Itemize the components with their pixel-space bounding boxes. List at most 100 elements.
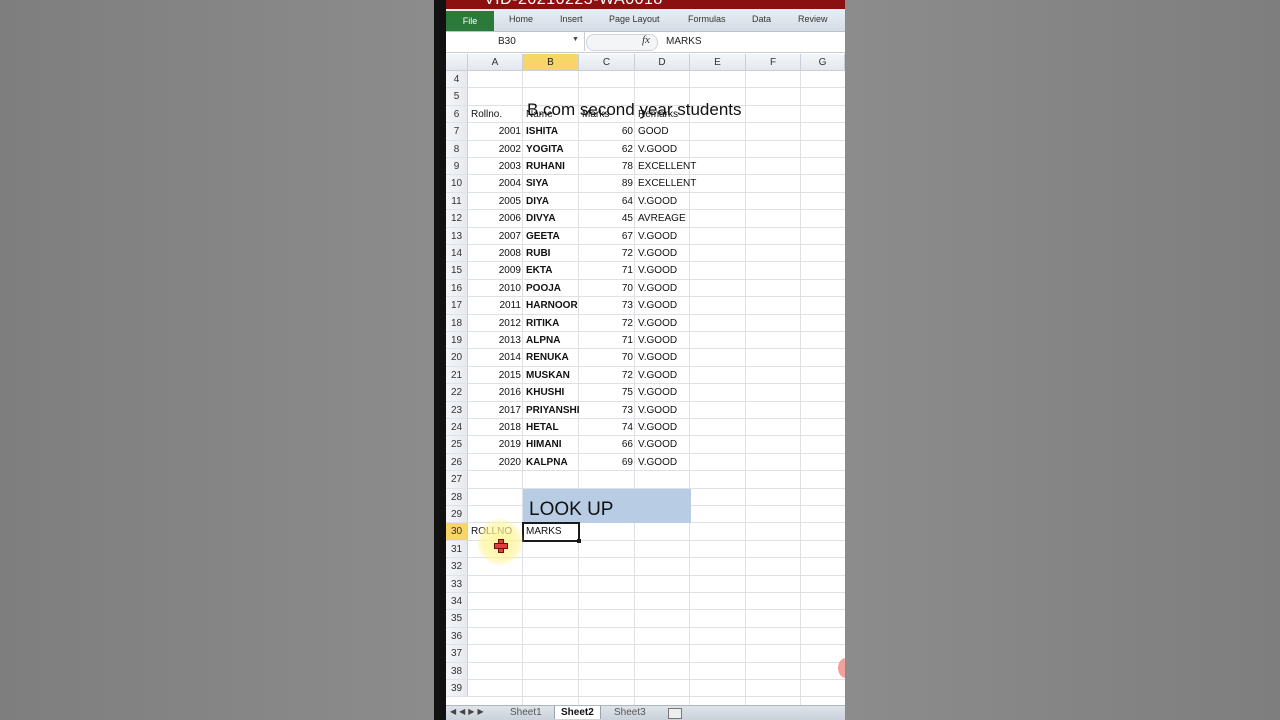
cell-remarks[interactable]: V.GOOD [638, 335, 713, 346]
row-header-18[interactable]: 18 [446, 314, 468, 332]
cell-rollno[interactable]: 2007 [468, 231, 521, 242]
cell-remarks[interactable]: V.GOOD [638, 318, 713, 329]
cell-name[interactable]: DIVYA [526, 213, 579, 224]
cell-marks[interactable]: 75 [579, 387, 633, 398]
cell-remarks[interactable]: AVREAGE [638, 213, 713, 224]
cell-rollno[interactable]: 2012 [468, 318, 521, 329]
cell-rollno[interactable]: 2018 [468, 422, 521, 433]
row-header-26[interactable]: 26 [446, 453, 468, 472]
cell-rollno[interactable]: 2004 [468, 178, 521, 189]
row-header-14[interactable]: 14 [446, 245, 468, 263]
fill-handle[interactable] [577, 538, 581, 543]
cell-marks[interactable]: 72 [579, 370, 633, 381]
cell-name[interactable]: POOJA [526, 283, 579, 294]
cell-rollno[interactable]: 2017 [468, 405, 521, 416]
row-header-20[interactable]: 20 [446, 349, 468, 367]
row-header-8[interactable]: 8 [446, 140, 468, 158]
row-header-13[interactable]: 13 [446, 227, 468, 245]
cell-marks[interactable]: 66 [579, 439, 633, 450]
tab-page-layout[interactable]: Page Layout [609, 14, 660, 24]
cell-remarks[interactable]: V.GOOD [638, 370, 713, 381]
row-header-12[interactable]: 12 [446, 210, 468, 228]
cell-rollno[interactable]: 2006 [468, 213, 521, 224]
cell-name[interactable]: KALPNA [526, 457, 579, 468]
cell-marks[interactable]: 62 [579, 144, 633, 155]
cell-remarks[interactable]: EXCELLENT [638, 161, 713, 172]
row-header-19[interactable]: 19 [446, 332, 468, 350]
cell-name[interactable]: KHUSHI [526, 387, 579, 398]
row-header-7[interactable]: 7 [446, 123, 468, 141]
row-header-17[interactable]: 17 [446, 297, 468, 315]
cell-marks[interactable]: 69 [579, 457, 633, 468]
cell-name[interactable]: MUSKAN [526, 370, 579, 381]
tab-review[interactable]: Review [798, 14, 828, 24]
row-header-22[interactable]: 22 [446, 384, 468, 402]
cell-marks[interactable]: 71 [579, 265, 633, 276]
cell-remarks[interactable]: V.GOOD [638, 457, 713, 468]
cell-rollno[interactable]: 2011 [468, 300, 521, 311]
row-header-11[interactable]: 11 [446, 192, 468, 211]
row-header-25[interactable]: 25 [446, 436, 468, 454]
row-header-27[interactable]: 27 [446, 471, 468, 489]
cell-name[interactable]: EKTA [526, 265, 579, 276]
column-header-g[interactable]: G [801, 54, 845, 71]
cell-marks[interactable]: 70 [579, 283, 633, 294]
cell-remarks[interactable]: V.GOOD [638, 231, 713, 242]
column-header-f[interactable]: F [746, 54, 801, 71]
cell-marks[interactable]: 45 [579, 213, 633, 224]
tab-home[interactable]: Home [509, 14, 533, 24]
row-header-9[interactable]: 9 [446, 158, 468, 176]
cell-rollno[interactable]: 2013 [468, 335, 521, 346]
row-header-24[interactable]: 24 [446, 419, 468, 437]
cell-marks[interactable]: 60 [579, 126, 633, 137]
cell-marks[interactable]: 89 [579, 178, 633, 189]
row-header-10[interactable]: 10 [446, 175, 468, 193]
cell-name[interactable]: RUHANI [526, 161, 579, 172]
function-icon[interactable]: fx [642, 34, 650, 46]
column-header-c[interactable]: C [579, 54, 635, 71]
insert-sheet-icon[interactable] [668, 708, 682, 719]
cell-rollno[interactable]: 2003 [468, 161, 521, 172]
cell-remarks[interactable]: EXCELLENT [638, 178, 713, 189]
cell-name[interactable]: ISHITA [526, 126, 579, 137]
cell-name[interactable]: ALPNA [526, 335, 579, 346]
cell-name[interactable]: HETAL [526, 422, 579, 433]
column-header-e[interactable]: E [690, 54, 746, 71]
cell-remarks[interactable]: V.GOOD [638, 387, 713, 398]
cell-remarks[interactable]: V.GOOD [638, 439, 713, 450]
cell-marks[interactable]: 78 [579, 161, 633, 172]
cell-rollno[interactable]: 2008 [468, 248, 521, 259]
spreadsheet-grid[interactable]: A B C D E F G 4 5 6 7 8 9 10 11 12 13 14 15 16 17 18 19 20 21 22 2… [446, 54, 845, 705]
lookup-marks-label[interactable]: MARKS [526, 526, 578, 537]
sheet-tab-2[interactable]: Sheet2 [554, 706, 601, 719]
cell-name[interactable]: GEETA [526, 231, 579, 242]
lookup-header-cell[interactable]: LOOK UP [523, 488, 691, 524]
select-all-corner[interactable] [446, 54, 468, 71]
cell-rollno[interactable]: 2009 [468, 265, 521, 276]
cell-remarks[interactable]: V.GOOD [638, 422, 713, 433]
cell-name[interactable]: HARNOOR [526, 300, 579, 311]
cell-name[interactable]: HIMANI [526, 439, 579, 450]
cell-remarks[interactable]: V.GOOD [638, 405, 713, 416]
row-header-21[interactable]: 21 [446, 366, 468, 385]
sheet-tab-3[interactable]: Sheet3 [608, 706, 652, 719]
cell-marks[interactable]: 70 [579, 352, 633, 363]
cell-remarks[interactable]: V.GOOD [638, 248, 713, 259]
tab-formulas[interactable]: Formulas [688, 14, 726, 24]
cell-marks[interactable]: 74 [579, 422, 633, 433]
cell-marks[interactable]: 72 [579, 248, 633, 259]
cell-marks[interactable]: 73 [579, 300, 633, 311]
row-header-6[interactable]: 6 [446, 105, 468, 124]
cell-rollno[interactable]: 2002 [468, 144, 521, 155]
row-header-29[interactable]: 29 [446, 506, 468, 524]
cell-rollno[interactable]: 2016 [468, 387, 521, 398]
row-header-34[interactable]: 34 [446, 593, 468, 611]
cell-rollno[interactable]: 2005 [468, 196, 521, 207]
cell-rollno[interactable]: 2019 [468, 439, 521, 450]
cell-remarks[interactable]: GOOD [638, 126, 713, 137]
cell-marks[interactable]: 73 [579, 405, 633, 416]
cell-marks[interactable]: 67 [579, 231, 633, 242]
row-header-35[interactable]: 35 [446, 610, 468, 628]
cell-name[interactable]: DIYA [526, 196, 579, 207]
cell-remarks[interactable]: V.GOOD [638, 283, 713, 294]
